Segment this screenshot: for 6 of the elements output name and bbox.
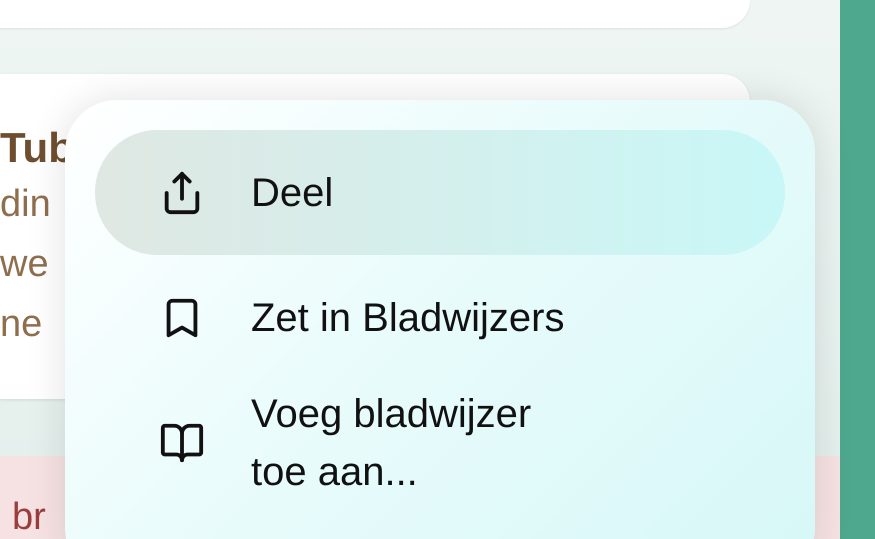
menu-item[interactable]: Deel [95, 130, 785, 255]
card-text: din [0, 182, 51, 227]
menu-item[interactable]: Zet in Bladwijzers [95, 255, 785, 380]
alert-text: br [12, 496, 46, 538]
menu-item[interactable]: Voeg bladwijzer toe aan... [95, 380, 785, 505]
card-text: ne [0, 302, 42, 347]
